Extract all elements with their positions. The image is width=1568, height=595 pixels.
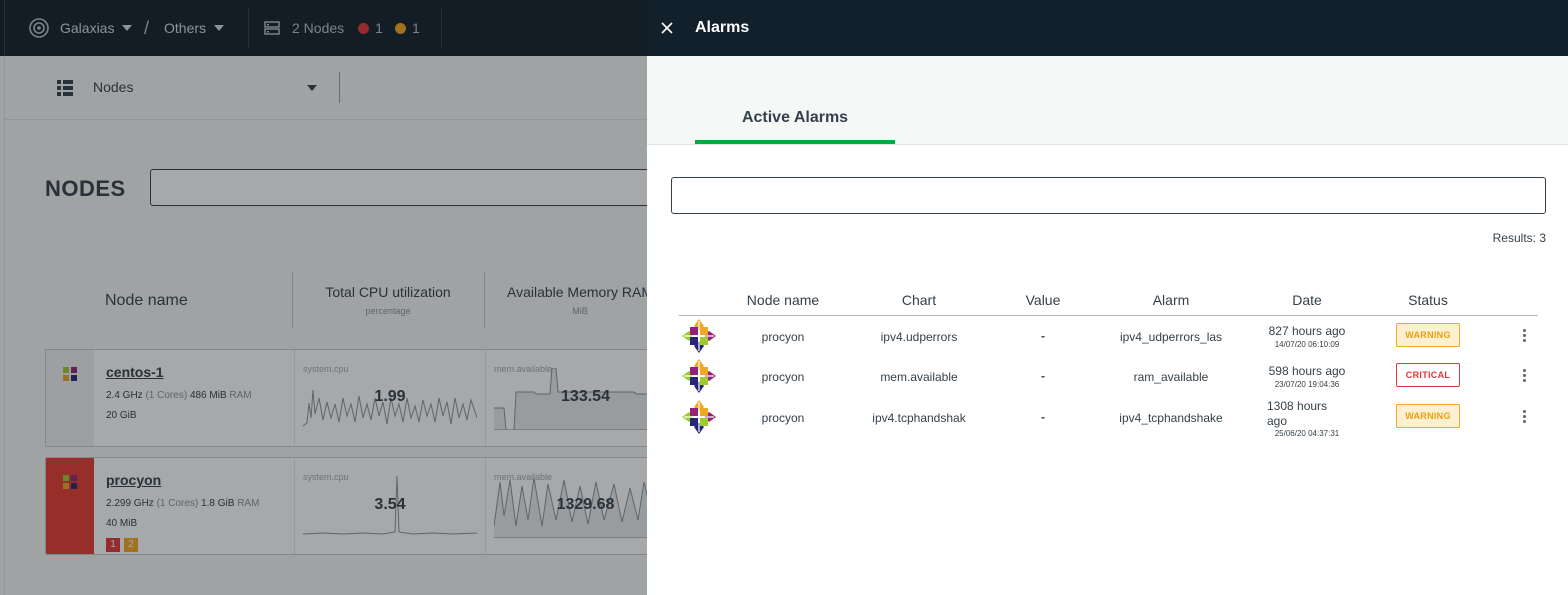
alarm-chart: ipv4.tcphandshak — [872, 411, 966, 425]
alarms-search-input[interactable] — [671, 177, 1546, 214]
alarm-value: - — [1041, 329, 1045, 343]
more-options-icon[interactable] — [1518, 368, 1530, 384]
tab-indicator — [695, 140, 895, 144]
alarm-name: ipv4_tcphandshake — [1119, 411, 1223, 425]
alarm-node: procyon — [761, 411, 805, 425]
alarm-node: procyon — [761, 330, 805, 344]
alarm-node: procyon — [761, 370, 805, 384]
alarms-drawer: Alarms Active Alarms Results: 3 Node nam… — [647, 0, 1568, 595]
more-options-icon[interactable] — [1518, 328, 1530, 344]
alarm-name: ram_available — [1133, 370, 1209, 384]
results-count: Results: 3 — [1492, 231, 1546, 245]
centos-logo-icon — [682, 359, 716, 393]
header-value[interactable]: Value — [1013, 292, 1073, 308]
alarm-name: ipv4_udperrors_las — [1119, 330, 1223, 344]
centos-logo-icon — [682, 400, 716, 434]
header-alarm[interactable]: Alarm — [1121, 292, 1221, 308]
alarm-date: 827 hours ago — [1268, 324, 1346, 338]
drawer-header: Alarms — [647, 0, 1568, 56]
alarm-value: - — [1041, 369, 1045, 383]
alarm-date-line2: ago — [1267, 414, 1288, 428]
close-icon — [661, 22, 673, 34]
status-badge: CRITICAL — [1396, 363, 1460, 387]
tab-bar: Active Alarms — [647, 56, 1568, 145]
more-options-icon[interactable] — [1518, 409, 1530, 425]
alarm-chart: ipv4.udperrors — [880, 330, 958, 344]
alarm-row[interactable]: procyon mem.available - ram_available 59… — [679, 356, 1538, 396]
alarm-date-exact: 23/07/20 19:04:36 — [1274, 380, 1340, 389]
alarm-date-exact: 25/06/20 04:37:31 — [1274, 429, 1340, 438]
alarm-date-line1: 1308 hours — [1267, 399, 1328, 413]
alarm-row[interactable]: procyon ipv4.tcphandshak - ipv4_tcphands… — [679, 397, 1538, 438]
status-badge: WARNING — [1396, 404, 1460, 428]
close-button[interactable] — [657, 18, 677, 38]
tab-active-alarms[interactable]: Active Alarms — [695, 56, 895, 144]
header-date[interactable]: Date — [1263, 292, 1351, 308]
alarms-table-header: Node name Chart Value Alarm Date Status — [679, 282, 1538, 316]
header-status[interactable]: Status — [1388, 292, 1468, 308]
centos-logo-icon — [682, 319, 716, 353]
tab-label: Active Alarms — [741, 109, 849, 126]
alarm-chart: mem.available — [880, 370, 958, 384]
alarm-row[interactable]: procyon ipv4.udperrors - ipv4_udperrors_… — [679, 316, 1538, 356]
drawer-title: Alarms — [695, 19, 750, 36]
alarm-date: 598 hours ago — [1268, 364, 1346, 378]
header-chart[interactable]: Chart — [869, 292, 969, 308]
alarm-value: - — [1041, 410, 1045, 424]
header-node-name[interactable]: Node name — [737, 292, 829, 308]
status-badge: WARNING — [1396, 323, 1460, 347]
alarm-date-exact: 14/07/20 06:10:09 — [1274, 340, 1340, 349]
